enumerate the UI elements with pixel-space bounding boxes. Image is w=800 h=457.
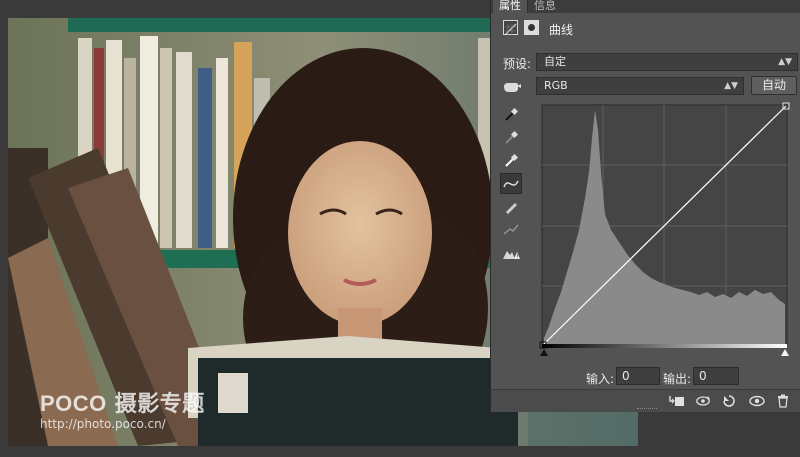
panel-resize-grip[interactable] (637, 408, 657, 411)
curves-adjustment-icon[interactable] (503, 20, 518, 36)
preset-dropdown[interactable]: 自定 ▲▼ (536, 53, 798, 71)
sample-in-image-white-point-icon[interactable] (500, 150, 522, 171)
delete-icon[interactable] (775, 393, 791, 409)
preset-value: 自定 (544, 55, 566, 68)
curves-graph[interactable] (539, 102, 791, 349)
sample-in-image-gray-point-icon[interactable] (500, 127, 522, 148)
white-point-slider[interactable] (781, 349, 789, 356)
tab-properties[interactable]: 属性 (493, 0, 527, 13)
draw-freehand-pencil-icon[interactable] (500, 196, 522, 217)
preset-label: 预设: (503, 57, 532, 71)
output-value-field[interactable]: 0 (693, 367, 739, 385)
watermark-subtitle: 摄影专题 (114, 391, 205, 416)
layer-mask-icon[interactable] (524, 20, 539, 35)
toggle-visibility-icon[interactable] (749, 393, 765, 409)
properties-panel: 属性 信息 曲线 预设: 自定 ▲▼ RGB ▲▼ 自动 ! 输入: 0 输出:… (490, 0, 800, 412)
input-value-field[interactable]: 0 (616, 367, 660, 385)
on-image-adjust-hand-icon[interactable] (502, 78, 522, 98)
chevron-updown-icon: ▲▼ (778, 57, 792, 67)
curves-tool-column: ! (500, 104, 522, 265)
clip-to-layer-icon[interactable] (669, 393, 685, 409)
output-label: 输出: (663, 372, 692, 386)
smooth-curve-icon[interactable] (500, 219, 522, 240)
watermark-brand: POCO (40, 391, 107, 416)
auto-button[interactable]: 自动 (751, 76, 797, 95)
chevron-updown-icon: ▲▼ (724, 81, 738, 91)
reset-icon[interactable] (721, 393, 737, 409)
poco-watermark: POCO 摄影专题 http://photo.poco.cn/ (40, 386, 205, 431)
svg-text:!: ! (516, 253, 518, 260)
panel-header: 曲线 (491, 16, 800, 40)
channel-value: RGB (544, 79, 568, 92)
input-label: 输入: (586, 372, 615, 386)
channel-dropdown[interactable]: RGB ▲▼ (536, 77, 744, 95)
panel-tab-bar: 属性 信息 (491, 0, 800, 13)
watermark-url: http://photo.poco.cn/ (40, 417, 166, 431)
sample-in-image-black-point-icon[interactable] (500, 104, 522, 125)
tab-info[interactable]: 信息 (527, 0, 562, 13)
view-previous-state-icon[interactable] (695, 393, 711, 409)
input-gradient-bar (542, 344, 787, 348)
black-point-slider[interactable] (540, 349, 548, 356)
clipping-warning-icon[interactable]: ! (500, 242, 522, 263)
panel-title: 曲线 (549, 23, 574, 37)
edit-points-curve-icon[interactable] (500, 173, 522, 194)
